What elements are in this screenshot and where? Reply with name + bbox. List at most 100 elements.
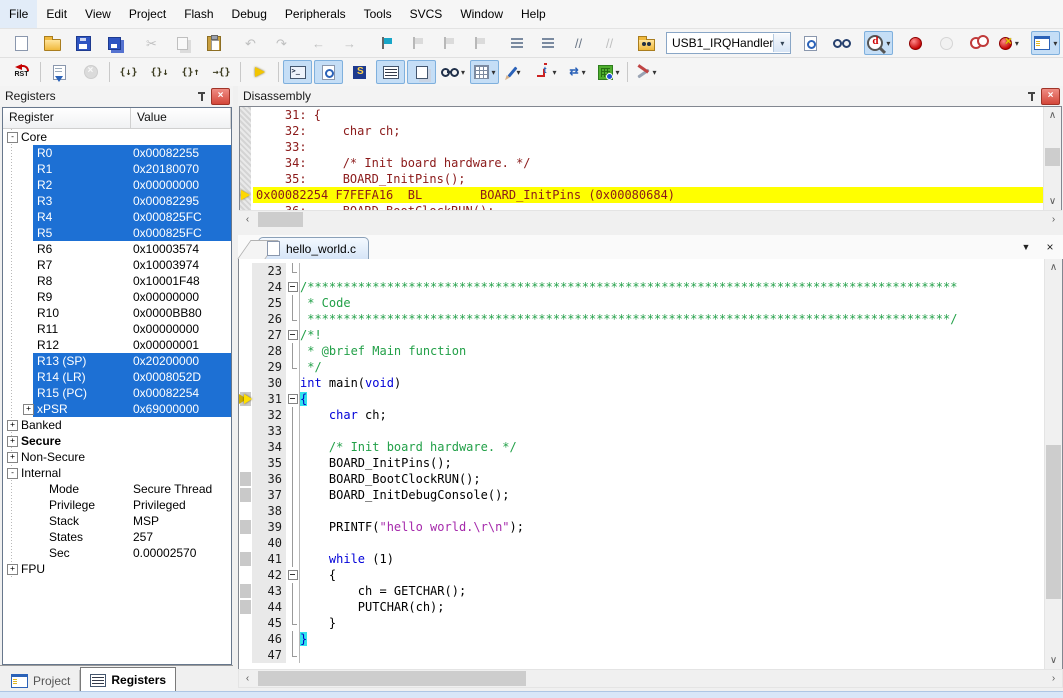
- code-line[interactable]: 34 /* Init board hardware. */: [239, 439, 1044, 455]
- scroll-right-icon[interactable]: ›: [1045, 211, 1062, 228]
- disassembly-vscrollbar[interactable]: ∧ ∨: [1043, 107, 1061, 210]
- memory-window-dropdown-arrow[interactable]: ▾: [492, 68, 496, 77]
- run-to-cursor-button[interactable]: →{}: [207, 60, 236, 84]
- scroll-right-icon[interactable]: ›: [1045, 670, 1062, 687]
- register-row[interactable]: +xPSR0x69000000: [3, 401, 231, 417]
- code-editor[interactable]: 2324/***********************************…: [239, 259, 1044, 669]
- code-line[interactable]: 25 * Code: [239, 295, 1044, 311]
- disassembly-hscroll-thumb[interactable]: [258, 212, 303, 227]
- code-line[interactable]: 31{: [239, 391, 1044, 407]
- expand-icon[interactable]: +: [7, 564, 18, 575]
- collapse-icon[interactable]: -: [7, 132, 18, 143]
- code-line[interactable]: 39 PRINTF("hello world.\r\n");: [239, 519, 1044, 535]
- analysis-window-button[interactable]: ▾: [532, 60, 561, 84]
- disassembly-close-icon[interactable]: ×: [1041, 88, 1060, 105]
- editor-vscrollbar[interactable]: ∧ ∨: [1044, 259, 1062, 669]
- stop-button[interactable]: [76, 60, 105, 84]
- disassembly-hscrollbar[interactable]: ‹ ›: [239, 210, 1062, 228]
- disassembly-line[interactable]: 34: /* Init board hardware. */: [253, 155, 1043, 171]
- code-line[interactable]: 28 * @brief Main function: [239, 343, 1044, 359]
- expand-icon[interactable]: +: [7, 436, 18, 447]
- disassembly-vscroll-track[interactable]: [1044, 124, 1061, 193]
- code-line[interactable]: 30int main(void): [239, 375, 1044, 391]
- disassembly-line[interactable]: 32: char ch;: [253, 123, 1043, 139]
- register-row[interactable]: R40x000825FC: [3, 209, 231, 225]
- code-line[interactable]: 38: [239, 503, 1044, 519]
- code-line[interactable]: 26 *************************************…: [239, 311, 1044, 327]
- unindent-button[interactable]: [502, 31, 531, 55]
- register-row[interactable]: R10x20180070: [3, 161, 231, 177]
- editor-vscroll-thumb[interactable]: [1046, 445, 1061, 599]
- register-row[interactable]: R120x00000001: [3, 337, 231, 353]
- code-line[interactable]: 32 char ch;: [239, 407, 1044, 423]
- register-row[interactable]: R60x10003574: [3, 241, 231, 257]
- code-line[interactable]: 24/*************************************…: [239, 279, 1044, 295]
- disable-breakpoint-button[interactable]: [932, 31, 961, 55]
- register-row[interactable]: PrivilegePrivileged: [3, 497, 231, 513]
- tab-hello-world-c[interactable]: hello_world.c: [258, 237, 369, 259]
- clear-bookmarks-button[interactable]: [465, 31, 494, 55]
- open-file-button[interactable]: [38, 31, 67, 55]
- start-stop-debug-button[interactable]: ▾: [864, 31, 893, 55]
- menu-peripherals[interactable]: Peripherals: [276, 0, 355, 28]
- fold-collapse-box[interactable]: [286, 327, 300, 343]
- system-viewer-dropdown-arrow[interactable]: ▾: [616, 68, 620, 77]
- registers-close-icon[interactable]: ×: [211, 88, 230, 105]
- memory-window-button[interactable]: ▾: [470, 60, 499, 84]
- disassembly-content[interactable]: 31: { 32: char ch; 33: 34: /* Init board…: [240, 107, 1043, 210]
- disassembly-line[interactable]: 36: BOARD_BootClockRUN();: [253, 203, 1043, 210]
- register-row[interactable]: ModeSecure Thread: [3, 481, 231, 497]
- navigate-back-button[interactable]: ←: [304, 31, 333, 55]
- menu-help[interactable]: Help: [512, 0, 555, 28]
- disassembly-vscroll-thumb[interactable]: [1045, 148, 1060, 166]
- code-line[interactable]: 33: [239, 423, 1044, 439]
- trace-window-dropdown-arrow[interactable]: ▾: [582, 68, 586, 77]
- disassembly-window-button[interactable]: [314, 60, 343, 84]
- collapse-icon[interactable]: -: [7, 468, 18, 479]
- column-header-value[interactable]: Value: [131, 108, 231, 128]
- fold-collapse-box[interactable]: [286, 279, 300, 295]
- register-row[interactable]: R100x0000BB80: [3, 305, 231, 321]
- register-row[interactable]: R70x10003974: [3, 257, 231, 273]
- code-line[interactable]: 44 PUTCHAR(ch);: [239, 599, 1044, 615]
- auto-hide-pin-icon[interactable]: [197, 91, 207, 102]
- redo-button[interactable]: ↷: [267, 31, 296, 55]
- disassembly-line[interactable]: 31: {: [253, 107, 1043, 123]
- document-list-icon[interactable]: ▼: [1017, 238, 1035, 255]
- prev-bookmark-button[interactable]: [403, 31, 432, 55]
- register-row[interactable]: +FPU: [3, 561, 231, 577]
- command-window-button[interactable]: [283, 60, 312, 84]
- paste-button[interactable]: [199, 31, 228, 55]
- register-row[interactable]: R90x00000000: [3, 289, 231, 305]
- analysis-window-dropdown-arrow[interactable]: ▾: [553, 68, 557, 77]
- kill-all-breakpoints-button[interactable]: ▾: [994, 31, 1023, 55]
- menu-view[interactable]: View: [76, 0, 120, 28]
- new-file-button[interactable]: [7, 31, 36, 55]
- code-line[interactable]: 37 BOARD_InitDebugConsole();: [239, 487, 1044, 503]
- scroll-down-icon[interactable]: ∨: [1044, 193, 1061, 210]
- search-word-button[interactable]: [827, 31, 856, 55]
- window-layout-button[interactable]: ▾: [1031, 31, 1060, 55]
- menu-window[interactable]: Window: [451, 0, 512, 28]
- menu-edit[interactable]: Edit: [37, 0, 76, 28]
- register-row[interactable]: R50x000825FC: [3, 225, 231, 241]
- register-row[interactable]: +Secure: [3, 433, 231, 449]
- menu-svcs[interactable]: SVCS: [401, 0, 452, 28]
- register-row[interactable]: -Core: [3, 129, 231, 145]
- insert-breakpoint-button[interactable]: [901, 31, 930, 55]
- toolbox-dropdown-arrow[interactable]: ▾: [653, 68, 657, 77]
- scroll-down-icon[interactable]: ∨: [1045, 652, 1062, 669]
- menu-tools[interactable]: Tools: [355, 0, 401, 28]
- watch-window-dropdown-arrow[interactable]: ▾: [461, 68, 465, 77]
- save-button[interactable]: [69, 31, 98, 55]
- expand-icon[interactable]: +: [7, 420, 18, 431]
- code-line[interactable]: 27/*!: [239, 327, 1044, 343]
- tab-registers[interactable]: Registers: [80, 667, 176, 692]
- watch-window-button[interactable]: ▾: [438, 60, 468, 84]
- call-stack-window-button[interactable]: [407, 60, 436, 84]
- navigate-forward-button[interactable]: →: [335, 31, 364, 55]
- toggle-bookmark-button[interactable]: [372, 31, 401, 55]
- indent-button[interactable]: [533, 31, 562, 55]
- register-row[interactable]: R00x00082255: [3, 145, 231, 161]
- code-line[interactable]: 40: [239, 535, 1044, 551]
